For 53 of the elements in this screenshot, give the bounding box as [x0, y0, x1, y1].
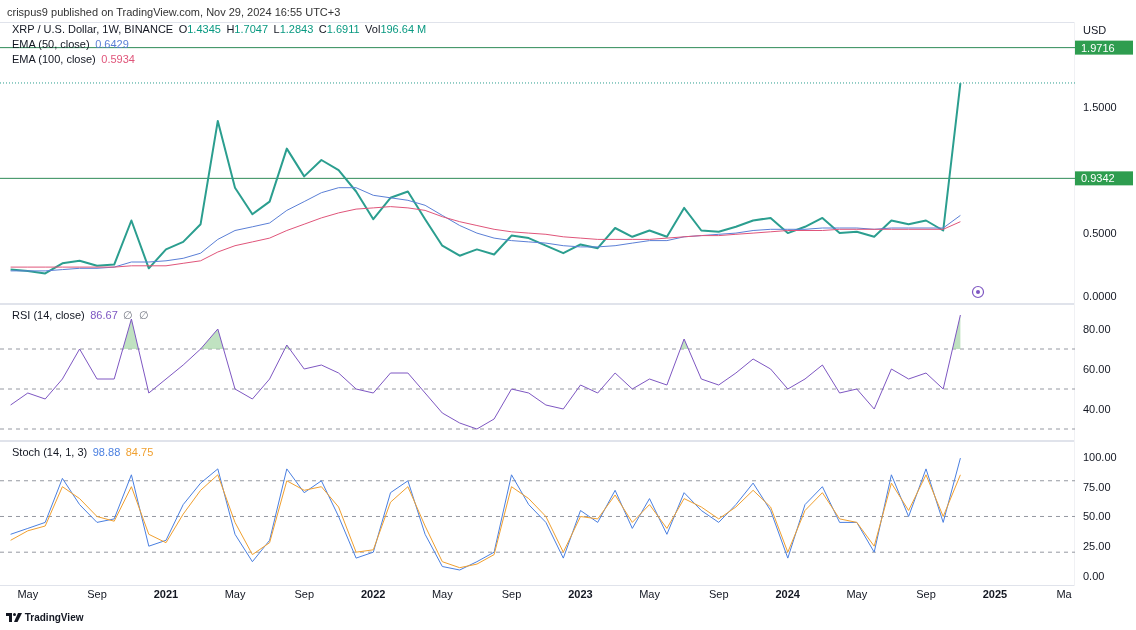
indicator-value: 98.88 [92, 445, 121, 460]
price-tag: 1.9716 [1075, 40, 1133, 55]
ohlc-reading: O1.4345 [178, 22, 221, 37]
axis-label: 50.00 [1083, 510, 1111, 523]
axis-label: Sep [294, 588, 315, 600]
symbol-title: XRP / U.S. Dollar, 1W, BINANCE [12, 22, 174, 37]
indicator-label: EMA (50, close) [12, 37, 90, 52]
axis-label: 25.00 [1083, 540, 1111, 553]
axis-label: 100.00 [1083, 450, 1117, 463]
axis-label: 75.00 [1083, 480, 1111, 493]
ref-line-label: 1.9716 [1081, 41, 1115, 54]
hidden-marker: ∅ [138, 308, 149, 323]
currency-label: USD [1083, 24, 1107, 36]
axis-label: 2025 [982, 588, 1008, 600]
logo-icon [6, 612, 22, 622]
axis-label: 40.00 [1083, 403, 1111, 415]
axis-label: May [17, 588, 39, 600]
brand-name: TradingView [24, 610, 84, 625]
axis-label: May [846, 588, 868, 600]
axis-label: May [431, 588, 453, 600]
ohlc-reading: Vol196.64 M [365, 22, 427, 37]
axis-label: Sep [501, 588, 522, 600]
axis-label: 2021 [153, 588, 179, 600]
indicator-value: 84.75 [125, 445, 154, 460]
axis-label: Sep [916, 588, 936, 600]
indicator-label: RSI (14, close) [12, 308, 85, 323]
event-marker-icon[interactable] [971, 285, 985, 299]
axis-label: 60.00 [1083, 363, 1111, 375]
axis-label: May [639, 588, 660, 600]
indicator-label: EMA (100, close) [12, 52, 96, 67]
axis-label: 0.0000 [1083, 290, 1117, 303]
axis-label: 2022 [361, 588, 386, 600]
axis-label: 2023 [568, 588, 593, 600]
axis-label: 2024 [775, 588, 800, 600]
ohlc-reading: H1.7047 [226, 22, 268, 37]
hidden-marker: ∅ [123, 308, 134, 323]
axis-label: May [224, 588, 246, 600]
ohlc-reading: L1.2843 [273, 22, 314, 37]
axis-label: Sep [708, 588, 729, 600]
indicator-value: 86.67 [90, 308, 118, 323]
publish-note: crispus9 published on TradingView.com, Nov 29, 2024 16:55 UTC+3 [7, 6, 341, 18]
ohlc-reading: C1.6911 [318, 22, 360, 37]
indicator-value: 0.5934 [101, 52, 135, 67]
axis-label: Ma [1056, 588, 1072, 600]
axis-label: Sep [87, 588, 107, 600]
indicator-label: Stoch (14, 1, 3) [12, 445, 88, 460]
axis-label: 80.00 [1083, 323, 1111, 335]
price-tag: 0.9342 [1075, 171, 1133, 186]
axis-label: 0.00 [1083, 570, 1105, 582]
axis-label: 0.5000 [1083, 227, 1117, 240]
ref-line-label: 0.9342 [1081, 172, 1115, 185]
axis-label: 1.5000 [1083, 101, 1117, 114]
indicator-value: 0.6429 [95, 37, 129, 52]
